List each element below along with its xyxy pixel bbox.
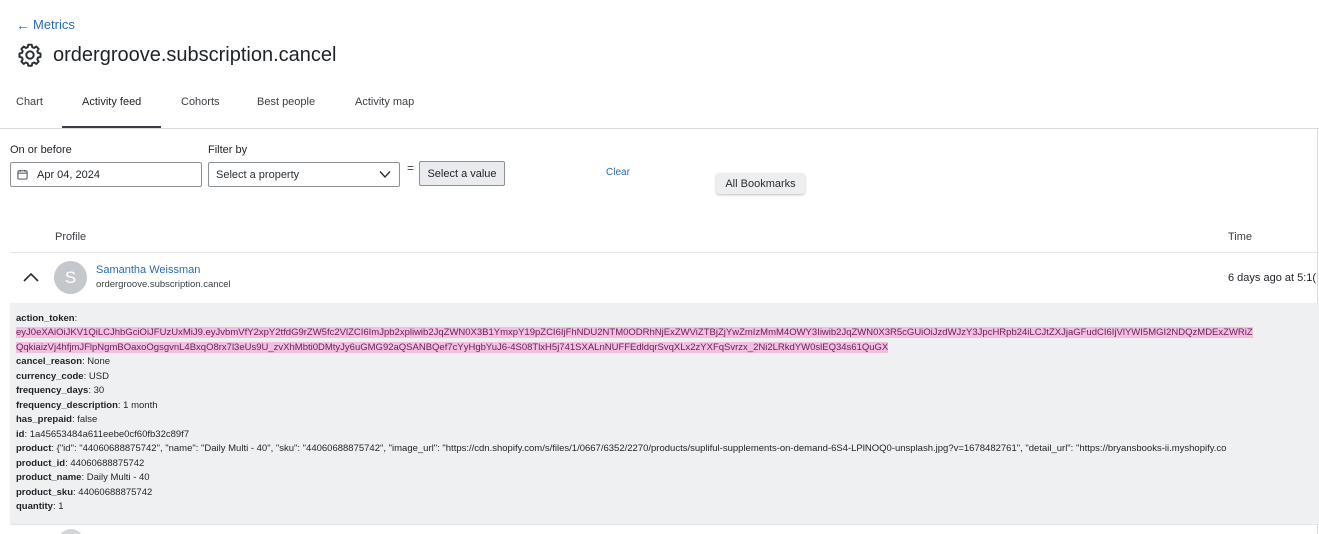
property-key: product [16,443,52,454]
property-value: 1 [58,501,64,512]
property-action-token: action_token: [16,313,78,324]
property-select-placeholder: Select a property [216,168,300,181]
property-row: frequency_description: 1 month [16,400,158,411]
property-key: frequency_days [16,385,89,396]
property-key: id [16,429,25,440]
event-details-panel: action_token: eyJ0eXAiOiJKV1QiLCJhbGciOi… [10,303,1319,524]
property-key: product_id [16,458,66,469]
tab-activity-map[interactable]: Activity map [355,96,414,108]
select-value-button[interactable]: Select a value [419,161,505,186]
tab-cohorts[interactable]: Cohorts [181,96,220,108]
avatar: S [54,261,87,294]
header-divider [10,252,1319,253]
profile-column-header: Profile [55,231,87,243]
property-value: {"id": "44060688875742", "name": "Daily … [56,443,1227,454]
property-value: 44060688875742 [70,458,145,469]
property-value: false [77,414,98,425]
date-filter-label: On or before [10,144,72,156]
property-key: product_name [16,472,82,483]
tab-bar: Chart Activity feed Cohorts Best people … [0,86,1319,129]
back-link-label: Metrics [33,17,75,32]
property-select[interactable]: Select a property [208,162,400,187]
action-token-text: eyJ0eXAiOiJKV1QiLCJhbGciOiJFUzUxMiJ9.eyJ… [16,327,1253,338]
property-key: action_token [16,313,75,324]
property-row: currency_code: USD [16,371,109,382]
property-row: id: 1a45653484a611eebe0cf60fb32c89f7 [16,429,190,440]
property-key: currency_code [16,371,84,382]
property-key: has_prepaid [16,414,72,425]
property-row: frequency_days: 30 [16,385,105,396]
clear-filters-link[interactable]: Clear [606,167,630,178]
row-divider [10,524,1319,525]
avatar [58,529,84,534]
property-key: product_sku [16,487,74,498]
property-value: 30 [93,385,105,396]
property-key: quantity [16,501,53,512]
property-row: cancel_reason: None [16,356,111,367]
chevron-down-icon [379,171,391,179]
property-value: Daily Multi - 40 [86,472,150,483]
chevron-up-icon[interactable] [22,270,40,284]
property-value: 1a45653484a611eebe0cf60fb32c89f7 [29,429,190,440]
property-row: product_id: 44060688875742 [16,458,145,469]
all-bookmarks-button[interactable]: All Bookmarks [716,173,805,194]
profile-name-link[interactable]: Samantha Weissman [96,264,200,276]
back-to-metrics-link[interactable]: ← Metrics [16,17,75,32]
action-token-value-line-1: eyJ0eXAiOiJKV1QiLCJhbGciOiJFUzUxMiJ9.eyJ… [16,327,1253,338]
tab-best-people[interactable]: Best people [257,96,315,108]
property-value: 1 month [123,400,158,411]
event-name: ordergroove.subscription.cancel [96,279,231,290]
action-token-value-line-2: QqkiaizVj4hfjmJFlpNgmBOaxoOgsgvnL4BxqO8r… [16,342,889,353]
equals-sign: = [407,161,415,175]
property-row: has_prepaid: false [16,414,98,425]
property-value: USD [88,371,109,382]
time-column-header: Time [1228,231,1253,243]
property-value: None [87,356,111,367]
date-picker-input[interactable]: Apr 04, 2024 [10,162,202,187]
property-row: product_sku: 44060688875742 [16,487,153,498]
tab-activity-feed[interactable]: Activity feed [82,96,141,108]
property-row: product: {"id": "44060688875742", "name"… [16,443,1227,454]
page-header: ordergroove.subscription.cancel [17,42,337,68]
property-key: cancel_reason [16,356,83,367]
property-row: quantity: 1 [16,501,64,512]
active-tab-indicator [62,126,161,128]
event-time: 6 days ago at 5:1( [1228,272,1317,284]
date-value: Apr 04, 2024 [37,168,100,181]
property-row: product_name: Daily Multi - 40 [16,472,150,483]
filter-by-label: Filter by [208,144,248,156]
calendar-icon [17,169,28,180]
tab-chart[interactable]: Chart [16,96,43,108]
action-token-text: QqkiaizVj4hfjmJFlpNgmBOaxoOgsgvnL4BxqO8r… [16,342,889,353]
arrow-left-icon: ← [16,16,30,33]
gear-icon [18,43,42,67]
page-title: ordergroove.subscription.cancel [53,43,337,66]
property-value: 44060688875742 [78,487,153,498]
property-key: frequency_description [16,400,118,411]
